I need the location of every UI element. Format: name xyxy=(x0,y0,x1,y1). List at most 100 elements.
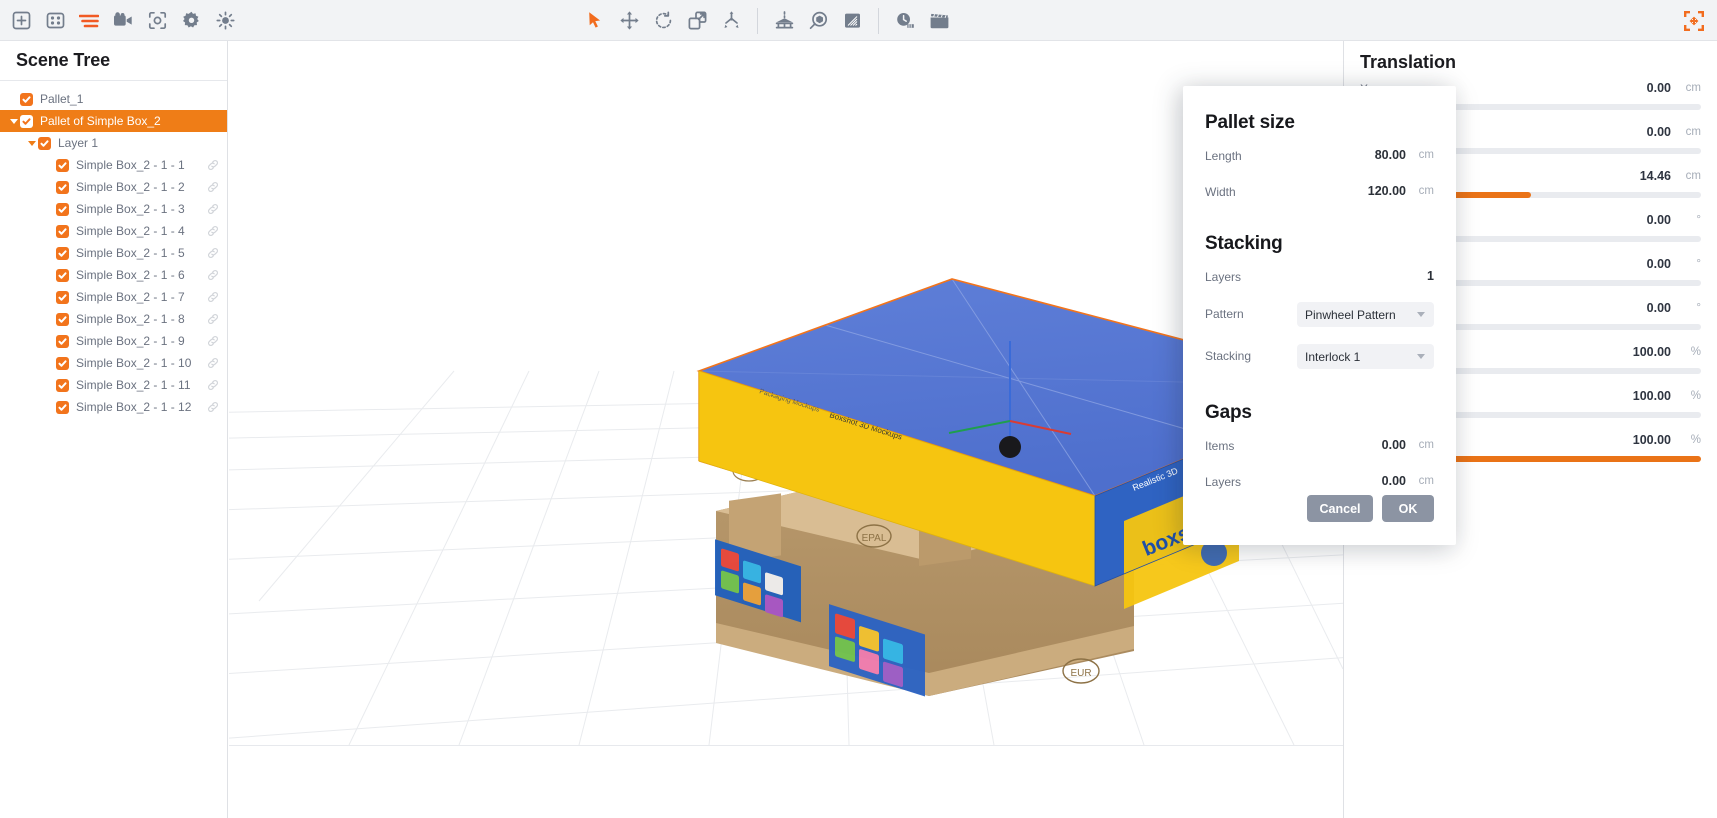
gap-layers-label: Layers xyxy=(1205,475,1242,489)
visibility-checkbox[interactable] xyxy=(56,158,69,172)
link-icon[interactable] xyxy=(207,379,219,391)
link-icon[interactable] xyxy=(207,225,219,237)
link-icon[interactable] xyxy=(207,247,219,259)
tree-item-label: Simple Box_2 - 1 - 3 xyxy=(76,202,185,216)
cancel-button[interactable]: Cancel xyxy=(1307,495,1373,522)
tree-item[interactable]: Layer 1 xyxy=(0,132,227,154)
visibility-checkbox[interactable] xyxy=(56,334,69,348)
add-icon[interactable] xyxy=(4,0,38,41)
tree-item[interactable]: Simple Box_2 - 1 - 9 xyxy=(0,330,227,352)
visibility-checkbox[interactable] xyxy=(20,92,33,106)
visibility-checkbox[interactable] xyxy=(56,312,69,326)
tree-item[interactable]: Simple Box_2 - 1 - 4 xyxy=(0,220,227,242)
svg-text:EPAL: EPAL xyxy=(862,533,887,544)
property-value[interactable]: 0.00 xyxy=(1647,257,1671,271)
length-value[interactable]: 80.00 xyxy=(1375,148,1406,162)
link-icon[interactable] xyxy=(207,357,219,369)
pattern-select[interactable]: Pinwheel Pattern xyxy=(1297,302,1434,327)
link-icon[interactable] xyxy=(207,291,219,303)
property-unit: % xyxy=(1690,390,1701,402)
toolbar-right-group xyxy=(1677,0,1711,41)
tree-item[interactable]: Simple Box_2 - 1 - 11 xyxy=(0,374,227,396)
property-unit: ° xyxy=(1696,214,1701,226)
tree-item[interactable]: Pallet_1 xyxy=(0,88,227,110)
dialog-buttons: Cancel OK xyxy=(1307,495,1434,522)
expander-caret-icon[interactable] xyxy=(26,132,38,154)
layers-value[interactable]: 1 xyxy=(1427,269,1434,283)
width-value[interactable]: 120.00 xyxy=(1368,184,1406,198)
rotate-icon[interactable] xyxy=(646,0,680,41)
tree-item-label: Simple Box_2 - 1 - 11 xyxy=(76,378,191,392)
material-icon[interactable] xyxy=(835,0,869,41)
property-value[interactable]: 0.00 xyxy=(1647,125,1671,139)
tree-item[interactable]: Simple Box_2 - 1 - 8 xyxy=(0,308,227,330)
tree-item[interactable]: Simple Box_2 - 1 - 7 xyxy=(0,286,227,308)
visibility-checkbox[interactable] xyxy=(56,224,69,238)
property-unit: cm xyxy=(1685,82,1701,94)
property-value[interactable]: 0.00 xyxy=(1647,81,1671,95)
gear-icon[interactable] xyxy=(174,0,208,41)
visibility-checkbox[interactable] xyxy=(38,136,51,150)
link-icon[interactable] xyxy=(207,269,219,281)
camera-icon[interactable] xyxy=(106,0,140,41)
expand-fullscreen-icon[interactable] xyxy=(1677,0,1711,41)
link-icon[interactable] xyxy=(207,203,219,215)
visibility-checkbox[interactable] xyxy=(56,180,69,194)
visibility-checkbox[interactable] xyxy=(56,378,69,392)
clock-keyframe-icon[interactable] xyxy=(888,0,922,41)
property-value[interactable]: 100.00 xyxy=(1633,433,1671,447)
pallet-icon[interactable] xyxy=(767,0,801,41)
tree-item-label: Simple Box_2 - 1 - 1 xyxy=(76,158,185,172)
tree-item[interactable]: Simple Box_2 - 1 - 6 xyxy=(0,264,227,286)
grid-icon[interactable] xyxy=(38,0,72,41)
focus-icon[interactable] xyxy=(140,0,174,41)
link-icon[interactable] xyxy=(207,159,219,171)
tree-item[interactable]: Simple Box_2 - 1 - 3 xyxy=(0,198,227,220)
property-value[interactable]: 0.00 xyxy=(1647,213,1671,227)
link-icon[interactable] xyxy=(207,335,219,347)
tree-item[interactable]: Simple Box_2 - 1 - 2 xyxy=(0,176,227,198)
move-icon[interactable] xyxy=(612,0,646,41)
clapperboard-icon[interactable] xyxy=(922,0,956,41)
tree-item[interactable]: Simple Box_2 - 1 - 1 xyxy=(0,154,227,176)
expander-caret-icon[interactable] xyxy=(8,110,20,132)
layers-label: Layers xyxy=(1205,270,1242,284)
visibility-checkbox[interactable] xyxy=(56,268,69,282)
tree-item[interactable]: Simple Box_2 - 1 - 10 xyxy=(0,352,227,374)
pattern-label: Pattern xyxy=(1205,307,1244,321)
visibility-checkbox[interactable] xyxy=(56,246,69,260)
layers-row: Layers 1 xyxy=(1205,267,1434,291)
property-value[interactable]: 100.00 xyxy=(1633,345,1671,359)
tree-item[interactable]: Simple Box_2 - 1 - 12 xyxy=(0,396,227,418)
visibility-checkbox[interactable] xyxy=(56,356,69,370)
gap-items-value[interactable]: 0.00 xyxy=(1382,438,1406,452)
link-icon[interactable] xyxy=(207,181,219,193)
visibility-checkbox[interactable] xyxy=(56,290,69,304)
light-bulb-icon[interactable] xyxy=(208,0,242,41)
visibility-checkbox[interactable] xyxy=(56,400,69,414)
tree-item[interactable]: Pallet of Simple Box_2 xyxy=(0,110,227,132)
menu-lines-icon[interactable] xyxy=(72,0,106,41)
scale-icon[interactable] xyxy=(680,0,714,41)
distribute-icon[interactable] xyxy=(714,0,748,41)
tree-item[interactable]: Simple Box_2 - 1 - 5 xyxy=(0,242,227,264)
gap-items-label: Items xyxy=(1205,439,1235,453)
width-label: Width xyxy=(1205,185,1236,199)
property-unit: % xyxy=(1690,346,1701,358)
stacking-select[interactable]: Interlock 1 xyxy=(1297,344,1434,369)
visibility-checkbox[interactable] xyxy=(56,202,69,216)
cursor-select-icon[interactable] xyxy=(578,0,612,41)
chevron-down-icon xyxy=(1417,354,1425,359)
gap-layers-value[interactable]: 0.00 xyxy=(1382,474,1406,488)
viewport-3d[interactable]: EPAL EUR Packaging Mockups Boxshot 3D Mo… xyxy=(229,41,1343,745)
property-value[interactable]: 14.46 xyxy=(1640,169,1671,183)
property-value[interactable]: 0.00 xyxy=(1647,301,1671,315)
property-value[interactable]: 100.00 xyxy=(1633,389,1671,403)
visibility-checkbox[interactable] xyxy=(20,114,33,128)
inspect-box-icon[interactable] xyxy=(801,0,835,41)
link-icon[interactable] xyxy=(207,313,219,325)
link-icon[interactable] xyxy=(207,401,219,413)
ok-button[interactable]: OK xyxy=(1382,495,1434,522)
